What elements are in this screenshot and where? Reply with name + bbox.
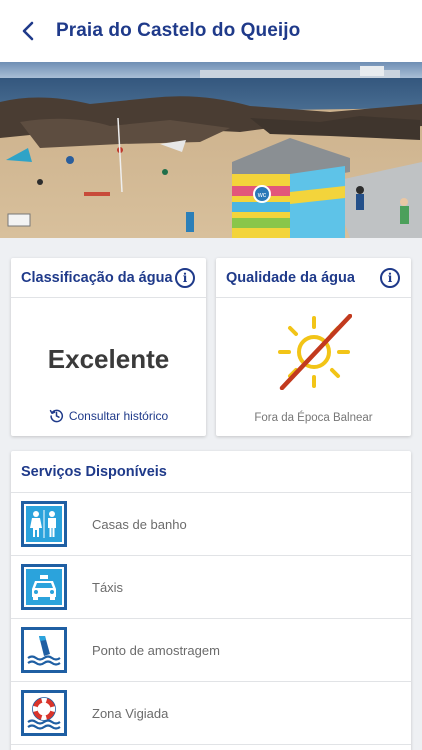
list-item: Casas de banho — [11, 493, 411, 556]
list-item-label: Ponto de amostragem — [92, 642, 220, 658]
restroom-icon — [21, 501, 67, 547]
sampling-point-icon — [21, 627, 67, 673]
sun-crossed-icon — [276, 313, 353, 395]
list-item: Zona Vigiada — [11, 682, 411, 745]
water-quality-card: Qualidade da água i Fora da Época Balnea… — [216, 258, 411, 436]
classification-value: Excelente — [47, 344, 170, 374]
history-icon — [49, 409, 63, 423]
lifebuoy-icon — [21, 690, 67, 736]
services-title: Serviços Disponíveis — [21, 463, 167, 480]
info-icon[interactable]: i — [380, 267, 400, 288]
list-item-label: Casas de banho — [92, 516, 187, 532]
list-item-label: Zona Vigiada — [92, 705, 169, 721]
chevron-left-icon — [22, 21, 34, 41]
taxi-icon — [21, 564, 67, 610]
svg-text:wc: wc — [257, 192, 267, 199]
water-classification-title: Classificação da água — [21, 269, 173, 286]
info-icon[interactable]: i — [175, 267, 195, 288]
beach-photo: wc — [0, 62, 422, 238]
list-item: Ponto de amostragem — [11, 619, 411, 682]
water-quality-title: Qualidade da água — [226, 269, 355, 286]
quality-status: Fora da Época Balnear — [254, 412, 373, 424]
history-link[interactable]: Consultar histórico — [11, 408, 206, 423]
water-classification-card: Classificação da água i Excelente Consul… — [11, 258, 206, 436]
back-button[interactable] — [0, 0, 56, 62]
services-card: Serviços Disponíveis Casas de banho Táxi… — [11, 451, 411, 750]
list-item: Táxis — [11, 556, 411, 619]
page-title: Praia do Castelo do Queijo — [56, 20, 301, 41]
header-bar: Praia do Castelo do Queijo — [0, 0, 422, 62]
history-link-label: Consultar histórico — [68, 408, 169, 423]
list-item-label: Táxis — [92, 579, 124, 595]
